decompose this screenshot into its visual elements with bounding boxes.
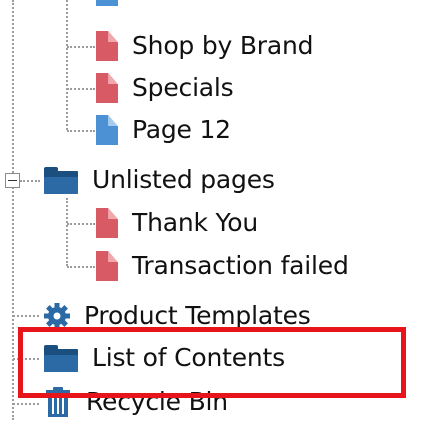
tree-item-unlisted-pages[interactable]: Unlisted pages <box>44 164 275 196</box>
tree-item-label: Shop by Brand <box>132 31 314 60</box>
tree-item-thank-you[interactable]: Thank You <box>96 207 258 239</box>
tree-item[interactable] <box>96 0 132 6</box>
tree-line <box>13 315 39 317</box>
tree-line <box>66 0 68 130</box>
collapse-toggle[interactable] <box>5 173 20 188</box>
page-icon <box>96 208 118 238</box>
tree-line <box>66 198 68 266</box>
tree-item-label: Page 12 <box>132 115 231 144</box>
tree-item-shop-by-brand[interactable]: Shop by Brand <box>96 30 314 62</box>
tree-item-label: Specials <box>132 73 234 102</box>
page-icon <box>96 115 118 145</box>
page-tree: Shop by Brand Specials Page 12 Unlisted … <box>0 0 422 425</box>
tree-line <box>67 130 95 132</box>
tree-item-label: Transaction failed <box>132 251 349 280</box>
tree-line <box>12 0 14 420</box>
page-icon <box>96 251 118 281</box>
tree-line <box>20 180 40 182</box>
tree-item-label: Thank You <box>132 208 258 237</box>
page-icon <box>96 73 118 103</box>
tree-item-transaction-failed[interactable]: Transaction failed <box>96 250 349 282</box>
folder-icon <box>44 166 78 194</box>
tree-line <box>67 266 95 268</box>
page-icon <box>96 0 118 6</box>
tree-item-specials[interactable]: Specials <box>96 72 234 104</box>
tree-line <box>67 223 95 225</box>
page-icon <box>96 31 118 61</box>
tree-item-page-12[interactable]: Page 12 <box>96 114 231 146</box>
tree-line <box>67 88 95 90</box>
tree-line <box>67 46 95 48</box>
highlight-box <box>18 327 406 398</box>
tree-line <box>13 403 39 405</box>
tree-item-label: Unlisted pages <box>92 165 275 194</box>
